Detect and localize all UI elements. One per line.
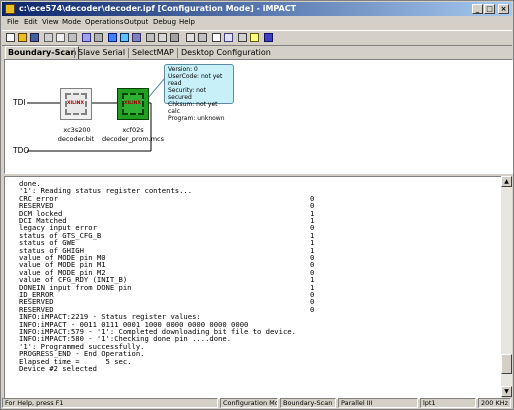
info-security: Security: not secured	[168, 87, 206, 101]
tab-separator	[74, 48, 75, 58]
grid-icon[interactable]	[186, 33, 195, 42]
paste-icon[interactable]	[68, 33, 77, 42]
menu-bar: File Edit View Mode Operations Output De…	[2, 17, 512, 29]
device-2-name: xcf02s	[122, 126, 144, 134]
device-1-name: xc3s200	[63, 126, 91, 134]
chain-canvas[interactable]: TDI TDO XILINX xc3s200 decoder.bit XILIN…	[4, 59, 513, 174]
menu-view[interactable]: View	[42, 18, 59, 26]
erase-icon[interactable]	[132, 33, 141, 42]
status-port: lpt1	[420, 398, 476, 408]
device-2-chip[interactable]: XILINX	[117, 88, 149, 120]
about-icon[interactable]	[250, 33, 259, 42]
status-chain: Boundary-Scan	[280, 398, 336, 408]
menu-file[interactable]: File	[7, 18, 19, 26]
device-2-file: decoder_prom.mcs	[101, 135, 165, 143]
mode-tabs: Boundary-Scan Slave Serial SelectMAP Des…	[3, 46, 511, 61]
info-version: Version: 0	[168, 66, 198, 73]
title-bar[interactable]: c:\ece574\decoder\decoder.ipf [Configura…	[2, 2, 512, 16]
menu-edit[interactable]: Edit	[24, 18, 38, 26]
table-icon[interactable]	[238, 33, 247, 42]
status-speed: 200 KHz	[478, 398, 511, 408]
scroll-thumb[interactable]	[501, 354, 512, 374]
tab-slave-serial[interactable]: Slave Serial	[76, 47, 127, 59]
menu-mode[interactable]: Mode	[62, 18, 81, 26]
scroll-up-arrow-icon[interactable]: ▲	[501, 176, 512, 187]
maximize-button[interactable]: □	[484, 4, 495, 14]
toolbar	[2, 30, 512, 46]
status-bar: For Help, press F1 Configuration Mode Bo…	[2, 398, 512, 409]
context-help-icon[interactable]	[264, 33, 273, 42]
log-line: Device #2 selected	[19, 364, 97, 373]
window-icon[interactable]	[224, 33, 233, 42]
cut-icon[interactable]	[44, 33, 53, 42]
readback-icon[interactable]	[158, 33, 167, 42]
device-info-tooltip: Version: 0 UserCode: not yet read Securi…	[164, 64, 234, 122]
new-file-icon[interactable]	[6, 33, 15, 42]
tdo-label: TDO	[13, 146, 30, 155]
chip-icon[interactable]	[94, 33, 103, 42]
idcode-icon[interactable]	[170, 33, 179, 42]
tdi-label: TDI	[13, 98, 26, 107]
menu-operations[interactable]: Operations	[85, 18, 123, 26]
tab-separator	[177, 48, 178, 58]
device-1-file: decoder.bit	[57, 135, 95, 143]
window-title: c:\ece574\decoder\decoder.ipf [Configura…	[19, 4, 297, 13]
xilinx-logo-icon: XILINX	[67, 101, 84, 106]
copy-icon[interactable]	[56, 33, 65, 42]
blank-check-icon[interactable]	[146, 33, 155, 42]
open-folder-icon[interactable]	[18, 33, 27, 42]
info-checksum: Chksum: not yet calc	[168, 101, 218, 115]
log-value: 0	[310, 304, 315, 314]
menu-output[interactable]: Output	[124, 18, 148, 26]
menu-help[interactable]: Help	[179, 18, 195, 26]
cable-setup-icon[interactable]	[198, 33, 207, 42]
info-program: Program: unknown	[168, 115, 225, 122]
minimize-button[interactable]: _	[472, 4, 483, 14]
impact-window: c:\ece574\decoder\decoder.ipf [Configura…	[0, 0, 514, 410]
app-icon	[5, 4, 15, 14]
save-icon[interactable]	[30, 33, 39, 42]
tab-separator	[128, 48, 129, 58]
initialize-chain-icon[interactable]	[82, 33, 91, 42]
page-icon[interactable]	[212, 33, 221, 42]
status-help: For Help, press F1	[2, 398, 218, 408]
menu-debug[interactable]: Debug	[153, 18, 176, 26]
xilinx-logo-icon: XILINX	[124, 101, 141, 106]
device-1-chip[interactable]: XILINX	[60, 88, 92, 120]
close-button[interactable]: ×	[498, 4, 509, 14]
info-usercode: UserCode: not yet read	[168, 73, 223, 87]
tab-selectmap[interactable]: SelectMAP	[130, 47, 176, 59]
verify-icon[interactable]	[120, 33, 129, 42]
program-icon[interactable]	[108, 33, 117, 42]
status-mode: Configuration Mode	[220, 398, 278, 408]
log-scrollbar[interactable]: ▲ ▼	[501, 176, 512, 397]
status-cable: Parallel III	[338, 398, 418, 408]
output-log[interactable]: done. '1': Reading status register conten…	[4, 176, 502, 399]
tab-desktop-configuration[interactable]: Desktop Configuration	[179, 47, 273, 59]
scroll-down-arrow-icon[interactable]: ▼	[501, 386, 512, 397]
